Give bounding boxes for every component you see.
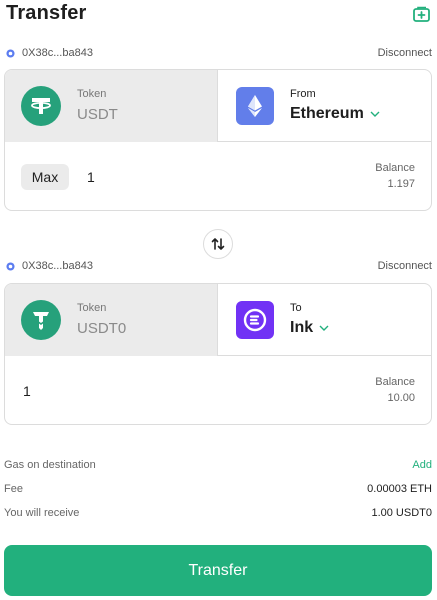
- chevron-down-icon: [370, 111, 380, 117]
- chevron-down-icon: [319, 325, 329, 331]
- source-amount-row: Max Balance 1.197: [5, 142, 431, 210]
- destination-wallet-row: 0X38c...ba843 Disconnect: [6, 259, 432, 275]
- fee-value: 0.00003 ETH: [367, 483, 432, 495]
- gas-on-destination-label: Gas on destination: [4, 459, 96, 471]
- destination-chain-value: Ink: [290, 319, 329, 337]
- receive-label: You will receive: [4, 507, 80, 519]
- ethereum-icon: [236, 87, 274, 125]
- source-chain-label: From: [290, 88, 316, 100]
- source-token-label: Token: [77, 88, 107, 100]
- destination-chain-label: To: [290, 302, 302, 314]
- gas-on-destination-row: Gas on destination Add: [4, 459, 432, 475]
- fee-row: Fee 0.00003 ETH: [4, 483, 432, 499]
- source-selector-row: Token USDT From Ethereum: [5, 70, 431, 142]
- destination-amount-row: Balance 10.00: [5, 356, 431, 424]
- destination-chain-selector[interactable]: To Ink: [218, 284, 431, 356]
- wallet-status-icon: [6, 49, 15, 58]
- wallet-status-icon: [6, 262, 15, 271]
- source-disconnect-link[interactable]: Disconnect: [378, 47, 432, 59]
- add-wallet-icon[interactable]: [412, 5, 432, 25]
- destination-token-selector[interactable]: Token USDT0: [5, 284, 218, 356]
- destination-wallet-address: 0X38c...ba843: [22, 260, 93, 272]
- destination-token-name: USDT0: [77, 320, 127, 337]
- source-token-name: USDT: [77, 106, 118, 123]
- destination-amount-input[interactable]: [23, 380, 183, 402]
- source-card: Token USDT From Ethereum Max Balance 1.1…: [4, 69, 432, 211]
- header: Transfer: [6, 2, 432, 28]
- source-wallet-row: 0X38c...ba843 Disconnect: [6, 46, 432, 62]
- max-button[interactable]: Max: [21, 164, 69, 190]
- source-balance-label: Balance: [375, 162, 415, 174]
- source-balance-value: 1.197: [387, 178, 415, 190]
- receive-row: You will receive 1.00 USDT0: [4, 507, 432, 523]
- destination-selector-row: Token USDT0 To Ink: [5, 284, 431, 356]
- transfer-button[interactable]: Transfer: [4, 545, 432, 596]
- source-wallet-address: 0X38c...ba843: [22, 47, 93, 59]
- receive-value: 1.00 USDT0: [371, 507, 432, 519]
- source-token-selector[interactable]: Token USDT: [5, 70, 218, 142]
- source-chain-name: Ethereum: [290, 105, 364, 122]
- destination-chain-name: Ink: [290, 319, 314, 336]
- source-chain-value: Ethereum: [290, 105, 380, 123]
- destination-balance-label: Balance: [375, 376, 415, 388]
- source-amount-input[interactable]: [87, 166, 247, 188]
- swap-arrows-icon: [211, 238, 225, 250]
- fee-label: Fee: [4, 483, 23, 495]
- destination-disconnect-link[interactable]: Disconnect: [378, 260, 432, 272]
- destination-balance-value: 10.00: [387, 392, 415, 404]
- page-title: Transfer: [6, 2, 87, 24]
- destination-token-label: Token: [77, 302, 107, 314]
- destination-card: Token USDT0 To Ink Balance 10.00: [4, 283, 432, 425]
- add-gas-button[interactable]: Add: [412, 459, 432, 471]
- tether-icon: [21, 86, 61, 126]
- swap-direction-button[interactable]: [203, 229, 233, 259]
- source-chain-selector[interactable]: From Ethereum: [218, 70, 431, 142]
- usdt0-icon: [21, 300, 61, 340]
- ink-icon: [236, 301, 274, 339]
